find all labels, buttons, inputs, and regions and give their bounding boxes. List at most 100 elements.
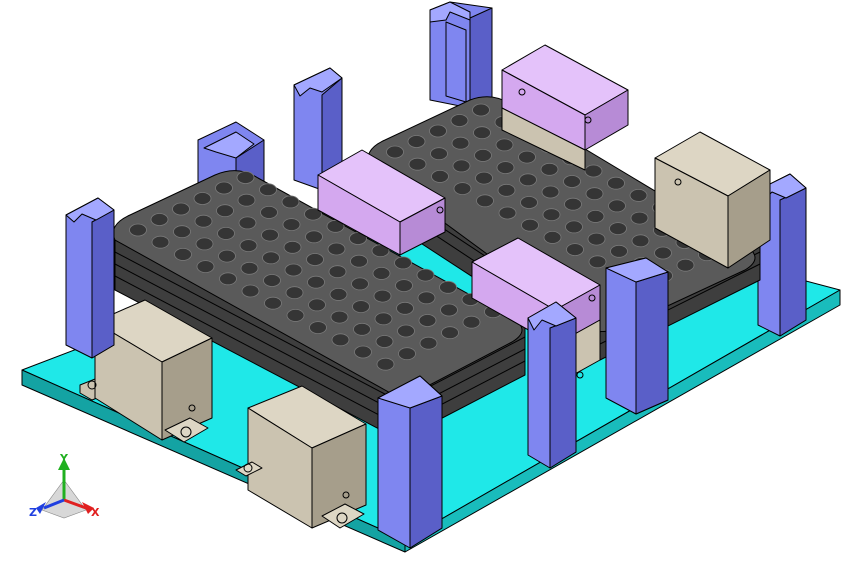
tray-hole [407,135,426,148]
tray-hole [587,232,606,246]
tray-hole [395,279,413,293]
tray-hole [150,213,169,226]
tray-hole [196,260,215,274]
tray-hole [431,169,449,183]
tray-hole [306,253,324,266]
locating-post-middle-right [527,301,577,469]
locating-post-right-center [605,257,669,415]
tray-hole [239,239,258,253]
tray-hole [608,199,626,213]
tray-hole [308,298,326,312]
tray-hole [542,208,561,222]
tray-hole [398,347,416,361]
tray-hole [676,258,695,272]
tray-hole [609,222,627,236]
tray-hole [328,265,347,279]
tray-hole [631,234,650,248]
tray-hole [416,268,435,282]
tray-hole [566,243,584,257]
locating-post-left [65,197,115,359]
tray-hole [263,274,281,287]
tray-hole [351,277,369,291]
tray-hole [374,312,393,326]
tray-hole [283,240,302,254]
tray-hole [629,188,648,202]
tray-hole [261,228,279,242]
tray-hole [195,237,214,251]
tray-hole [331,333,350,347]
tray-hole [281,195,300,209]
tray-hole [417,291,436,305]
tray-hole [451,136,470,150]
tray-hole [236,171,255,184]
tray-hole [241,284,260,298]
cad-viewport[interactable]: Y X Z [0,0,867,562]
tray-hole [563,175,581,188]
tray-hole [473,126,491,140]
tray-hole [585,187,604,201]
fixture-assembly[interactable]: Y X Z [0,0,867,562]
tray-hole [216,204,234,218]
tray-hole [654,246,672,260]
tray-hole [462,315,481,329]
tray-hole [630,211,649,225]
tray-hole [419,336,438,350]
tray-hole [518,150,536,164]
tray-hole [564,197,582,211]
tray-hole [540,162,559,176]
tray-hole [429,124,447,138]
tray-hole [285,286,304,300]
tray-hole [260,205,278,219]
tray-hole [129,223,147,237]
tray-hole [238,216,257,230]
tray-hole [475,171,493,185]
tray-hole [173,225,191,239]
locating-post-back-center [429,1,493,109]
tray-hole [307,275,325,289]
tray-hole [372,266,391,280]
tray-hole [450,114,469,127]
tray-hole [474,148,492,162]
tray-hole [373,289,392,303]
tray-hole [607,176,625,190]
tray-hole [376,357,395,371]
tray-hole [330,310,349,324]
triad-label-z: Z [29,506,37,519]
tray-hole [309,321,327,335]
tray-hole [519,173,537,187]
tray-hole [520,196,538,209]
triad-label-x: X [91,506,100,519]
tray-hole [353,322,371,336]
tray-hole [375,335,394,348]
tray-hole [286,308,305,322]
tray-hole [430,147,448,161]
tray-hole [174,247,192,261]
tray-hole [496,161,515,175]
tray-hole [543,230,562,244]
tray-hole [237,193,256,207]
tray-hole [586,209,605,223]
tray-hole [327,242,346,256]
tray-hole [194,214,213,228]
tray-hole [264,296,282,310]
tray-hole [219,272,237,286]
tray-hole [217,226,235,240]
tray-hole [284,263,303,277]
tray-hole [610,244,628,258]
locating-post-front-center [377,375,443,549]
tray-hole [418,314,437,327]
tray-hole [350,254,368,268]
tray-hole [498,206,517,220]
tray-hole [151,235,170,249]
tray-hole [476,194,494,208]
tray-hole [386,145,404,159]
tray-hole [541,185,560,199]
tray-hole [352,300,370,314]
tray-hole [439,280,457,294]
tray-hole [218,249,236,263]
tray-hole [282,218,301,232]
tray-hole [521,218,539,232]
tray-hole [472,103,490,117]
tray-hole [453,182,472,196]
tray-hole [396,301,414,315]
